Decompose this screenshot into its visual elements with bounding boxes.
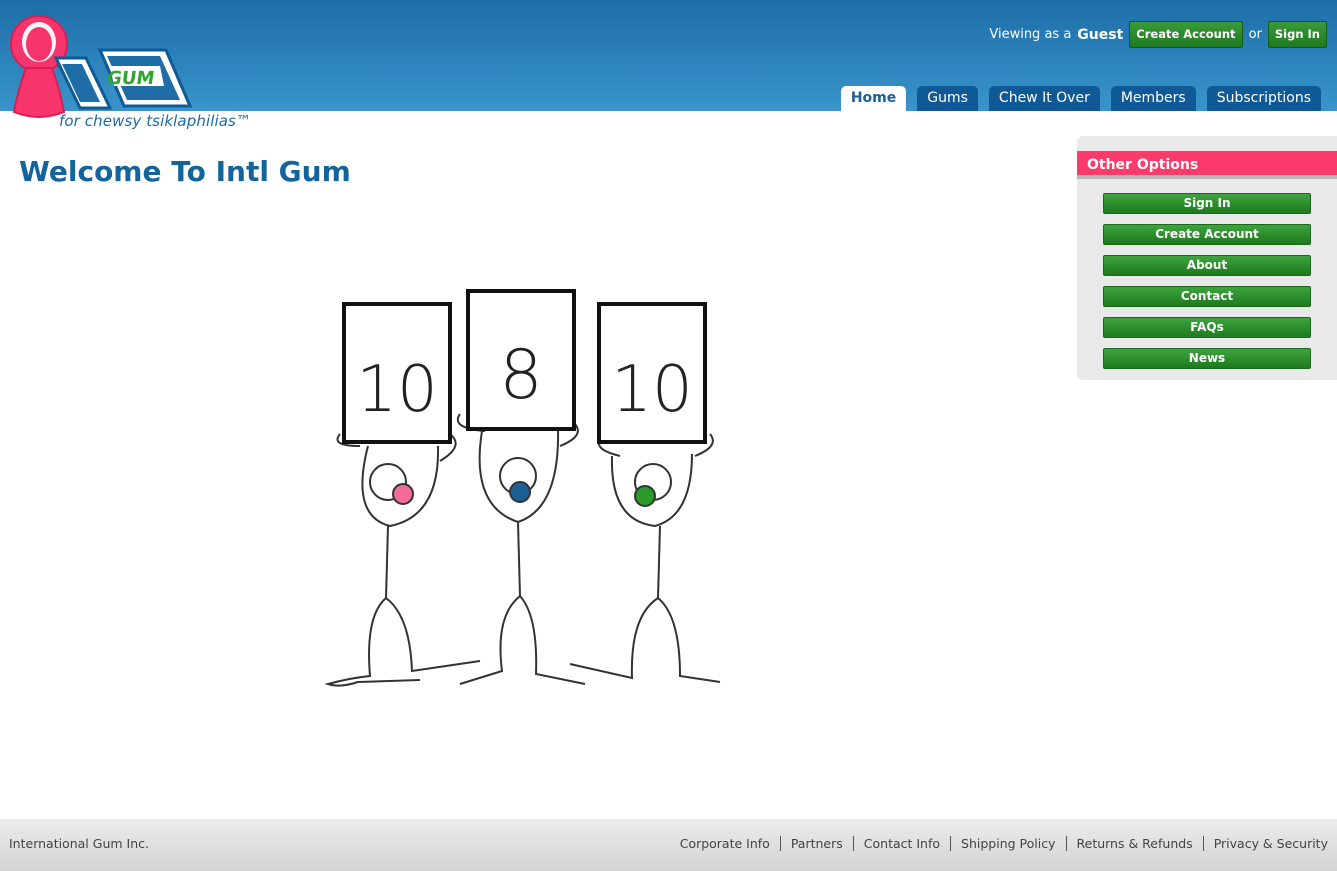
tab-subscriptions[interactable]: Subscriptions xyxy=(1206,86,1321,111)
logo-text: GUM xyxy=(105,68,155,89)
score-2: 8 xyxy=(499,336,542,415)
score-card-2: 8 xyxy=(466,289,576,431)
footer-link-partners[interactable]: Partners xyxy=(779,836,853,851)
tab-home[interactable]: Home xyxy=(840,86,907,111)
score-card-1: 10 xyxy=(342,302,452,444)
footer-company-name: International Gum Inc. xyxy=(9,836,149,851)
footer-link-contact-info[interactable]: Contact Info xyxy=(852,836,950,851)
or-label: or xyxy=(1248,27,1262,42)
tagline: for chewsy tsiklaphilias™ xyxy=(59,112,252,130)
user-bar: Viewing as a Guest Create Account or Sig… xyxy=(989,21,1327,48)
sidebar-about-button[interactable]: About xyxy=(1103,255,1311,276)
tab-members[interactable]: Members xyxy=(1110,86,1196,111)
sidebar-sign-in-button[interactable]: Sign In xyxy=(1103,193,1311,214)
svg-text:™: ™ xyxy=(185,104,192,112)
tab-chew-it-over[interactable]: Chew It Over xyxy=(988,86,1100,111)
tab-gums[interactable]: Gums xyxy=(917,86,978,111)
score-3: 10 xyxy=(611,353,692,427)
gumball-blue xyxy=(509,481,531,503)
footer-link-shipping-policy[interactable]: Shipping Policy xyxy=(950,836,1065,851)
sidebar-faqs-button[interactable]: FAQs xyxy=(1103,317,1311,338)
viewing-as-label: Viewing as a xyxy=(989,27,1072,42)
footer-links: Corporate Info Partners Contact Info Shi… xyxy=(670,836,1328,851)
footer-link-returns-refunds[interactable]: Returns & Refunds xyxy=(1065,836,1203,851)
site-footer: International Gum Inc. Corporate Info Pa… xyxy=(0,819,1337,871)
gumball-green xyxy=(634,485,656,507)
sidebar-contact-button[interactable]: Contact xyxy=(1103,286,1311,307)
other-options-panel: Other Options Sign In Create Account Abo… xyxy=(1077,136,1337,380)
other-options-title: Other Options xyxy=(1077,151,1337,179)
create-account-button[interactable]: Create Account xyxy=(1129,21,1243,48)
footer-link-privacy-security[interactable]: Privacy & Security xyxy=(1202,836,1328,851)
gumball-pink xyxy=(392,483,414,505)
sign-in-button[interactable]: Sign In xyxy=(1267,21,1327,48)
score-card-3: 10 xyxy=(597,302,707,444)
viewer-name: Guest xyxy=(1077,26,1124,43)
judges-illustration: 10 8 10 xyxy=(324,289,721,687)
other-options-buttons: Sign In Create Account About Contact FAQ… xyxy=(1103,193,1311,379)
footer-link-corporate-info[interactable]: Corporate Info xyxy=(670,836,780,851)
main-nav-tabs: Home Gums Chew It Over Members Subscript… xyxy=(840,86,1321,111)
sidebar-create-account-button[interactable]: Create Account xyxy=(1103,224,1311,245)
score-1: 10 xyxy=(356,353,437,427)
sidebar-news-button[interactable]: News xyxy=(1103,348,1311,369)
page-title: Welcome To Intl Gum xyxy=(19,155,351,188)
